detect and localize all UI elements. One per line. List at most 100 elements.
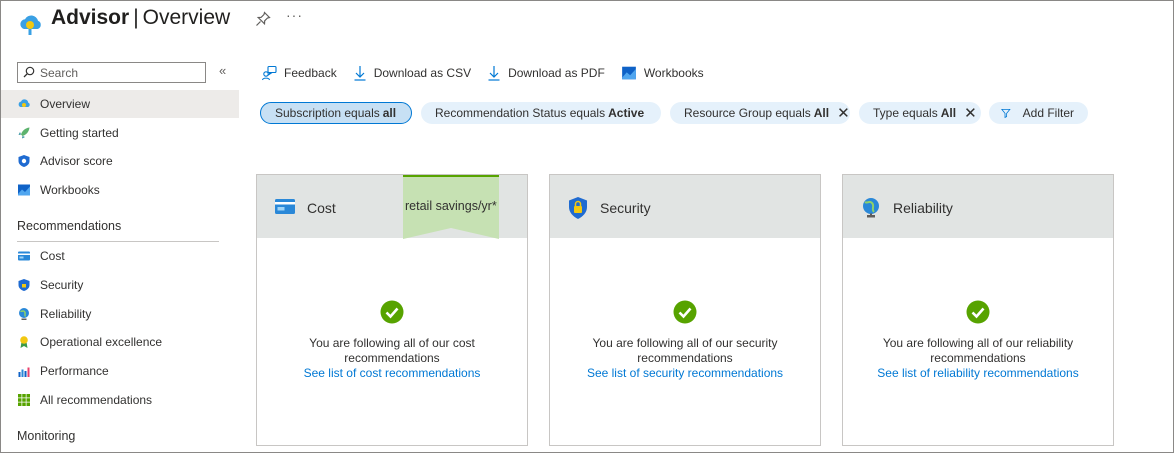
workbooks-icon [621,66,636,80]
filter-label: Recommendation Status equals [435,106,606,120]
workbooks-button[interactable]: Workbooks [621,65,704,81]
status-message: You are following all of our cost recomm… [309,336,475,365]
sidebar-item-label: Performance [40,364,109,378]
pin-icon[interactable] [255,11,271,27]
card-title: Security [600,200,651,216]
security-shield-icon [18,279,30,291]
sidebar-item-label: All recommendations [40,393,153,407]
card-header: Security [550,175,820,238]
filter-recommendation-status[interactable]: Recommendation Status equals Active [421,102,661,124]
download-pdf-button[interactable]: Download as PDF [487,65,605,81]
filter-value: All [813,106,830,120]
filter-type[interactable]: Type equals All ✕ [859,102,981,124]
advisor-window: Advisor|Overview ··· Search « Overview [0,0,1174,453]
page-title: Advisor | Overview [51,6,230,30]
sidebar-item-workbooks[interactable]: Workbooks [1,176,239,204]
sidebar-item-label: Overview [40,97,91,111]
shield-score-icon [18,155,30,167]
filter-label: Subscription equals [275,106,380,120]
card-body: You are following all of our security re… [550,300,820,381]
cost-icon [275,199,295,214]
sidebar-item-label: Security [40,278,84,292]
card-header: Cost retail savings/yr* [257,175,527,240]
sidebar-item-cost[interactable]: Cost [1,242,239,270]
cost-icon [18,251,30,261]
feedback-label: Feedback [284,66,337,80]
download-csv-button[interactable]: Download as CSV [353,65,471,81]
sidebar-item-label: Advisor score [40,154,113,168]
workbooks-label: Workbooks [643,66,704,80]
download-icon [354,66,366,81]
more-options-button[interactable]: ··· [286,7,303,23]
card-header: Reliability [843,175,1113,238]
filter-subscription[interactable]: Subscription equals all [260,102,412,124]
sidebar-item-label: Reliability [40,307,92,321]
security-card[interactable]: Security You are following all of our se… [549,174,821,446]
card-title: Reliability [893,200,953,216]
cost-card[interactable]: Cost retail savings/yr* You are followin… [256,174,528,446]
sidebar: Search « Overview Getting started Adviso… [1,57,239,452]
filter-label: Type equals [873,106,938,120]
status-message: You are following all of our reliability… [882,336,1074,365]
monitoring-heading: Monitoring [17,429,76,443]
add-filter-label: Add Filter [1022,106,1074,120]
sidebar-item-overview[interactable]: Overview [1,90,239,118]
feedback-button[interactable]: Feedback [261,65,337,81]
cloud-advisor-icon [18,99,30,107]
checkmark-circle-icon [966,300,990,324]
download-csv-label: Download as CSV [373,66,472,80]
page-title-main: Advisor [51,6,130,29]
sidebar-item-advisor-score[interactable]: Advisor score [1,147,239,175]
sidebar-item-reliability[interactable]: Reliability [1,300,239,328]
see-reliability-recommendations-link[interactable]: See list of reliability recommendations [843,366,1113,381]
sidebar-item-security[interactable]: Security [1,271,239,299]
globe-icon [863,198,879,218]
sidebar-item-performance[interactable]: Performance [1,357,239,385]
checkmark-circle-icon [673,300,697,324]
recommendations-heading: Recommendations [17,219,122,233]
grid-icon [18,394,30,406]
advisor-logo-icon [20,15,41,35]
collapse-sidebar-button[interactable]: « [219,63,226,78]
see-security-recommendations-link[interactable]: See list of security recommendations [550,366,820,381]
sidebar-item-getting-started[interactable]: Getting started [1,119,239,147]
savings-label: retail savings/yr* [405,199,497,213]
card-body: You are following all of our cost recomm… [257,300,527,381]
search-icon [23,66,35,78]
filter-value: All [940,106,957,120]
search-input[interactable]: Search [17,62,206,83]
globe-icon [19,308,29,320]
download-pdf-label: Download as PDF [508,66,605,80]
page-title-sub: Overview [142,6,231,29]
remove-filter-icon[interactable]: ✕ [837,106,850,121]
ribbon-icon [20,336,28,348]
performance-icon [18,367,30,377]
search-placeholder: Search [40,66,79,80]
security-shield-icon [569,197,587,219]
filter-resource-group[interactable]: Resource Group equals All ✕ [670,102,850,124]
see-cost-recommendations-link[interactable]: See list of cost recommendations [257,366,527,381]
workbooks-icon [18,184,30,196]
title-separator: | [133,6,139,29]
command-bar: Feedback Download as CSV Download as PDF… [261,63,720,83]
card-title: Cost [307,200,336,216]
filter-value: Active [608,106,645,120]
reliability-card[interactable]: Reliability You are following all of our… [842,174,1114,446]
savings-banner: retail savings/yr* [403,175,499,240]
sidebar-item-all-recommendations[interactable]: All recommendations [1,386,239,414]
checkmark-circle-icon [380,300,404,324]
add-filter-button[interactable]: Add Filter [989,102,1088,124]
sidebar-item-label: Cost [40,249,65,263]
rocket-icon [18,127,30,139]
remove-filter-icon[interactable]: ✕ [964,106,977,121]
filter-funnel-icon [1001,108,1011,119]
card-body: You are following all of our reliability… [843,300,1113,381]
page-header: Advisor | Overview ··· [1,1,1173,45]
filter-label: Resource Group equals [684,106,811,120]
sidebar-item-label: Getting started [40,126,119,140]
sidebar-item-operational-excellence[interactable]: Operational excellence [1,328,239,356]
sidebar-item-label: Workbooks [40,183,100,197]
sidebar-item-label: Operational excellence [40,335,163,349]
filter-value: all [382,106,397,120]
status-message: You are following all of our security re… [592,336,778,365]
